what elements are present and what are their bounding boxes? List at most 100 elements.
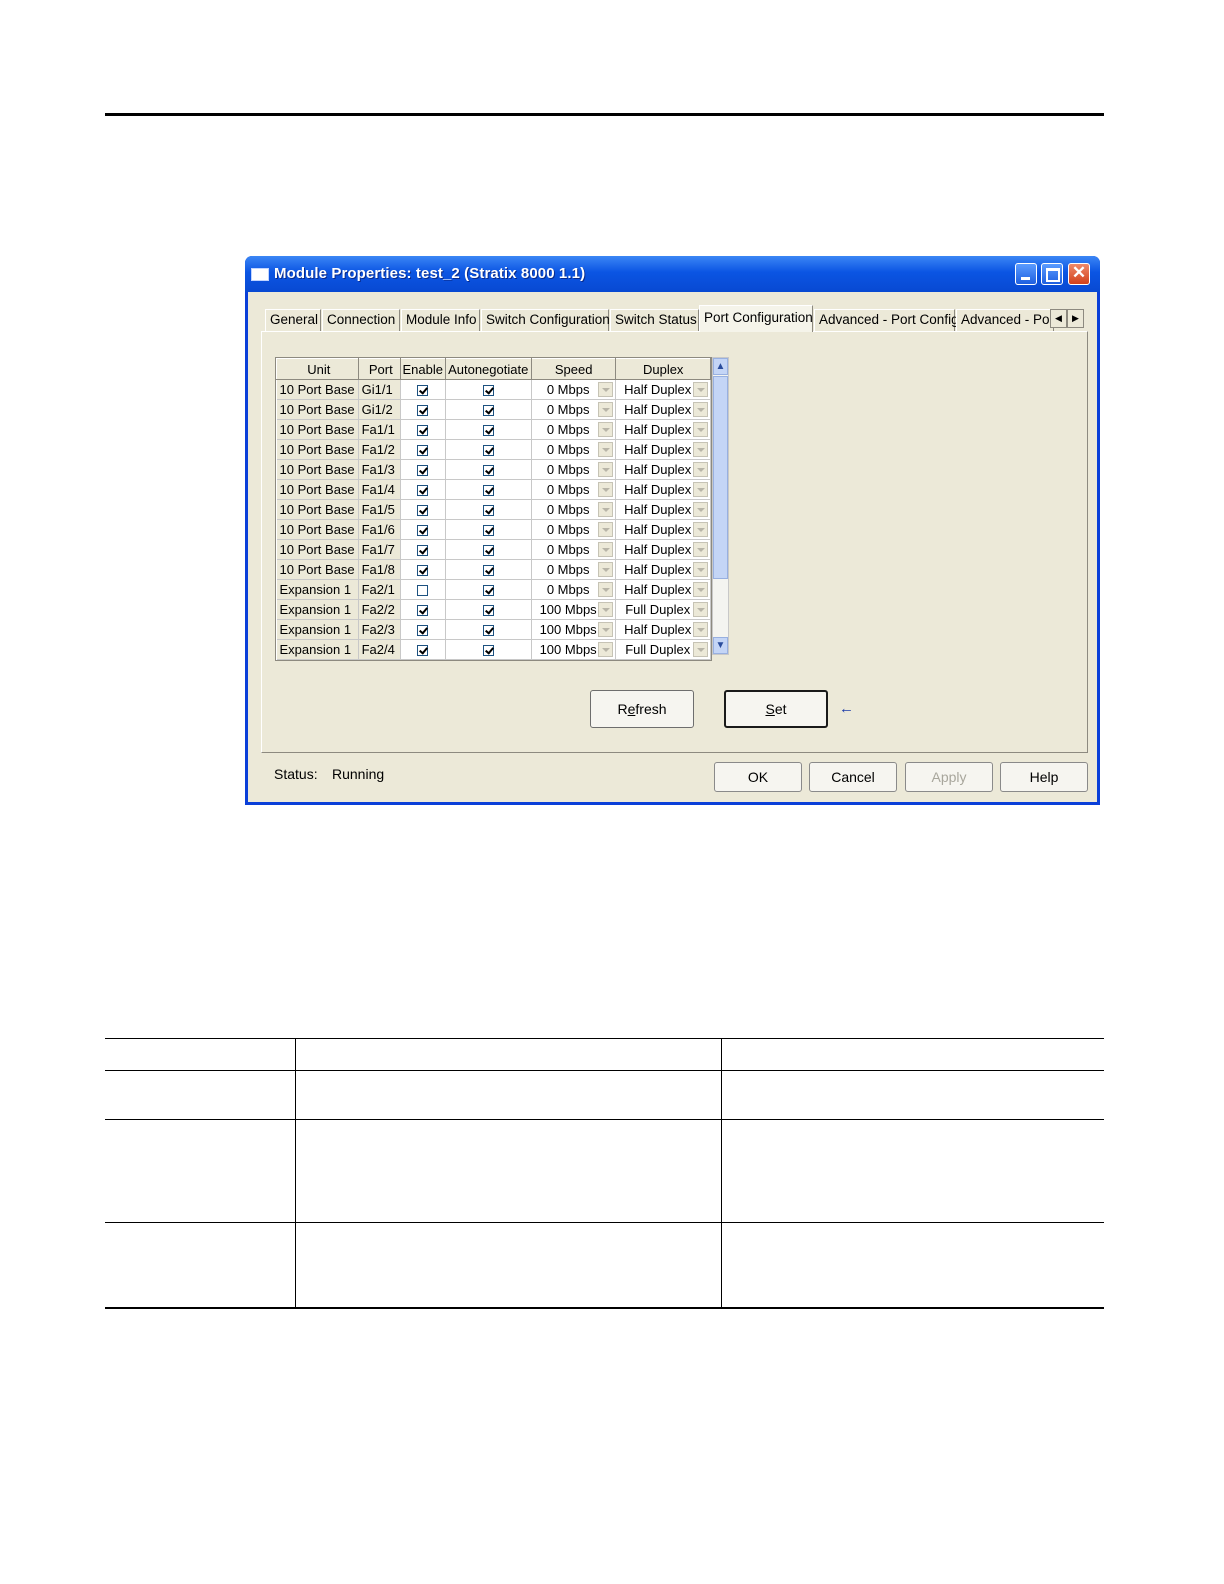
duplex-select[interactable]: Half Duplex [616, 462, 710, 477]
table-row[interactable]: 10 Port Base Fa1/8 0 Mbps Half Duplex [276, 559, 711, 580]
cancel-button[interactable]: Cancel [809, 762, 897, 792]
minimize-button[interactable] [1015, 263, 1037, 285]
tab-connection[interactable]: Connection [322, 309, 400, 331]
duplex-select[interactable]: Half Duplex [616, 542, 710, 557]
tab-scroll-left-button[interactable]: ◀ [1050, 309, 1067, 328]
enable-checkbox[interactable] [417, 405, 429, 417]
table-row[interactable]: Expansion 1 Fa2/4 100 Mbps Full Duplex [276, 639, 711, 660]
tab-port-configuration[interactable]: Port Configuration [699, 305, 813, 332]
grid-vertical-scrollbar[interactable]: ▲ ▼ [712, 357, 729, 655]
speed-select[interactable]: 100 Mbps [532, 642, 616, 657]
enable-checkbox[interactable] [417, 605, 429, 617]
speed-select[interactable]: 0 Mbps [532, 562, 616, 577]
chevron-down-icon[interactable] [693, 622, 708, 637]
duplex-select[interactable]: Full Duplex [616, 642, 710, 657]
autonegotiate-checkbox[interactable] [482, 505, 494, 517]
chevron-down-icon[interactable] [693, 422, 708, 437]
chevron-down-icon[interactable] [598, 462, 614, 477]
chevron-down-icon[interactable] [598, 402, 614, 417]
table-row[interactable]: Expansion 1 Fa2/3 100 Mbps Half Duplex [276, 619, 711, 640]
chevron-down-icon[interactable] [598, 582, 614, 597]
speed-select[interactable]: 100 Mbps [532, 622, 616, 637]
speed-select[interactable]: 0 Mbps [532, 482, 616, 497]
chevron-down-icon[interactable] [598, 602, 614, 617]
duplex-select[interactable]: Half Duplex [616, 402, 710, 417]
autonegotiate-checkbox[interactable] [482, 465, 494, 477]
maximize-button[interactable] [1041, 263, 1063, 285]
chevron-down-icon[interactable] [693, 502, 708, 517]
duplex-select[interactable]: Half Duplex [616, 562, 710, 577]
chevron-down-icon[interactable] [693, 562, 708, 577]
chevron-down-icon[interactable] [598, 442, 614, 457]
speed-select[interactable]: 0 Mbps [532, 502, 616, 517]
enable-checkbox[interactable] [417, 545, 429, 557]
chevron-down-icon[interactable] [598, 642, 614, 657]
enable-checkbox[interactable] [417, 505, 429, 517]
duplex-select[interactable]: Half Duplex [616, 382, 710, 397]
speed-select[interactable]: 0 Mbps [532, 402, 616, 417]
autonegotiate-checkbox[interactable] [482, 405, 494, 417]
set-button[interactable]: Set [724, 690, 828, 728]
duplex-select[interactable]: Full Duplex [616, 602, 710, 617]
chevron-down-icon[interactable] [693, 642, 708, 657]
help-button[interactable]: Help [1000, 762, 1088, 792]
autonegotiate-checkbox[interactable] [482, 445, 494, 457]
column-header-autonegotiate[interactable]: Autonegotiate [444, 358, 532, 380]
table-row[interactable]: 10 Port Base Fa1/6 0 Mbps Half Duplex [276, 519, 711, 540]
speed-select[interactable]: 100 Mbps [532, 602, 616, 617]
tab-advanced-port-config[interactable]: Advanced - Port Config [814, 309, 959, 331]
tab-switch-status[interactable]: Switch Status [610, 309, 699, 331]
column-header-port[interactable]: Port [357, 358, 401, 380]
tab-advanced-por[interactable]: Advanced - Por [956, 309, 1054, 331]
apply-button[interactable]: Apply [905, 762, 993, 792]
chevron-down-icon[interactable] [693, 542, 708, 557]
autonegotiate-checkbox[interactable] [482, 485, 494, 497]
scroll-up-icon[interactable]: ▲ [713, 358, 728, 375]
autonegotiate-checkbox[interactable] [482, 645, 494, 657]
refresh-button[interactable]: Refresh [590, 690, 694, 728]
table-row[interactable]: 10 Port Base Fa1/4 0 Mbps Half Duplex [276, 479, 711, 500]
title-bar[interactable]: Module Properties: test_2 (Stratix 8000 … [245, 256, 1100, 292]
autonegotiate-checkbox[interactable] [482, 585, 494, 597]
chevron-down-icon[interactable] [598, 622, 614, 637]
table-row[interactable]: 10 Port Base Fa1/2 0 Mbps Half Duplex [276, 439, 711, 460]
enable-checkbox[interactable] [417, 445, 429, 457]
speed-select[interactable]: 0 Mbps [532, 542, 616, 557]
speed-select[interactable]: 0 Mbps [532, 382, 616, 397]
table-row[interactable]: 10 Port Base Fa1/3 0 Mbps Half Duplex [276, 459, 711, 480]
scroll-thumb[interactable] [713, 376, 728, 579]
speed-select[interactable]: 0 Mbps [532, 442, 616, 457]
tab-module-info[interactable]: Module Info [401, 309, 480, 331]
tab-general[interactable]: General [265, 309, 321, 331]
chevron-down-icon[interactable] [693, 462, 708, 477]
chevron-down-icon[interactable] [693, 582, 708, 597]
enable-checkbox[interactable] [417, 645, 429, 657]
chevron-down-icon[interactable] [598, 482, 614, 497]
chevron-down-icon[interactable] [693, 442, 708, 457]
table-row[interactable]: Expansion 1 Fa2/1 0 Mbps Half Duplex [276, 579, 711, 600]
enable-checkbox[interactable] [417, 585, 429, 597]
duplex-select[interactable]: Half Duplex [616, 482, 710, 497]
chevron-down-icon[interactable] [598, 542, 614, 557]
column-header-enable[interactable]: Enable [399, 358, 446, 380]
duplex-select[interactable]: Half Duplex [616, 622, 710, 637]
table-row[interactable]: 10 Port Base Gi1/1 0 Mbps Half Duplex [276, 379, 711, 400]
scroll-down-icon[interactable]: ▼ [713, 637, 728, 654]
autonegotiate-checkbox[interactable] [482, 525, 494, 537]
chevron-down-icon[interactable] [598, 382, 614, 397]
enable-checkbox[interactable] [417, 525, 429, 537]
chevron-down-icon[interactable] [598, 522, 614, 537]
autonegotiate-checkbox[interactable] [482, 425, 494, 437]
table-row[interactable]: Expansion 1 Fa2/2 100 Mbps Full Duplex [276, 599, 711, 620]
tab-switch-configuration[interactable]: Switch Configuration [481, 309, 610, 331]
enable-checkbox[interactable] [417, 425, 429, 437]
table-row[interactable]: 10 Port Base Fa1/7 0 Mbps Half Duplex [276, 539, 711, 560]
chevron-down-icon[interactable] [693, 602, 708, 617]
enable-checkbox[interactable] [417, 485, 429, 497]
autonegotiate-checkbox[interactable] [482, 565, 494, 577]
chevron-down-icon[interactable] [693, 522, 708, 537]
speed-select[interactable]: 0 Mbps [532, 462, 616, 477]
chevron-down-icon[interactable] [598, 422, 614, 437]
speed-select[interactable]: 0 Mbps [532, 582, 616, 597]
duplex-select[interactable]: Half Duplex [616, 422, 710, 437]
